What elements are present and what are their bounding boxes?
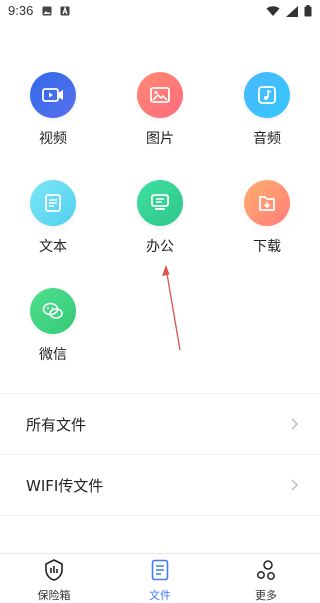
- category-audio[interactable]: 音频: [219, 72, 315, 148]
- more-icon: [257, 560, 275, 580]
- signal-icon: [286, 5, 298, 17]
- category-label: 音频: [253, 131, 281, 147]
- annotation-arrow: [162, 265, 181, 351]
- category-label: 图片: [146, 131, 174, 147]
- category-image[interactable]: 图片: [112, 72, 208, 148]
- category-wechat[interactable]: 微信: [5, 288, 101, 364]
- category-label: 下载: [253, 239, 281, 255]
- category-office[interactable]: 办公: [112, 180, 208, 256]
- image-circle: [137, 72, 183, 118]
- text-circle: [30, 180, 76, 226]
- nav-file-label: 文件: [149, 589, 171, 602]
- gallery-notification-icon: [42, 6, 52, 16]
- category-video[interactable]: 视频: [5, 72, 101, 148]
- wechat-icon: [42, 302, 63, 319]
- wifi-transfer-row[interactable]: WIFI传文件: [0, 455, 320, 515]
- download-circle: [244, 180, 290, 226]
- category-label: 文本: [39, 239, 67, 255]
- bottom-nav: 保险箱 文件 更多: [0, 553, 320, 603]
- nav-more[interactable]: 更多: [226, 559, 306, 603]
- battery-icon: [304, 5, 312, 17]
- video-icon: [42, 88, 63, 102]
- category-label: 办公: [146, 239, 174, 255]
- list-divider: [0, 515, 320, 516]
- wifi-icon: [266, 5, 280, 16]
- all-files-row[interactable]: 所有文件: [0, 394, 320, 454]
- nav-more-label: 更多: [255, 589, 277, 602]
- category-label: 视频: [39, 131, 67, 147]
- nav-file[interactable]: 文件: [120, 559, 200, 603]
- chevron-right-icon: [291, 479, 298, 491]
- file-icon: [151, 559, 169, 581]
- text-doc-icon: [45, 194, 61, 212]
- office-circle: [137, 180, 183, 226]
- office-icon: [151, 194, 169, 210]
- category-text[interactable]: 文本: [5, 180, 101, 256]
- chevron-right-icon: [291, 418, 298, 430]
- status-bar: 9:36: [0, 0, 320, 24]
- category-label: 微信: [39, 347, 67, 363]
- category-download[interactable]: 下载: [219, 180, 315, 256]
- music-icon: [258, 86, 276, 104]
- wifi-transfer-label: WIFI传文件: [26, 476, 104, 495]
- nav-safe[interactable]: 保险箱: [14, 559, 94, 603]
- app-notification-icon: [60, 6, 70, 16]
- safe-icon: [45, 559, 63, 581]
- nav-safe-label: 保险箱: [37, 589, 71, 602]
- audio-circle: [244, 72, 290, 118]
- wechat-circle: [30, 288, 76, 334]
- video-circle: [30, 72, 76, 118]
- status-time: 9:36: [8, 3, 34, 18]
- image-icon: [150, 87, 170, 103]
- download-icon: [259, 196, 275, 211]
- all-files-label: 所有文件: [26, 415, 87, 434]
